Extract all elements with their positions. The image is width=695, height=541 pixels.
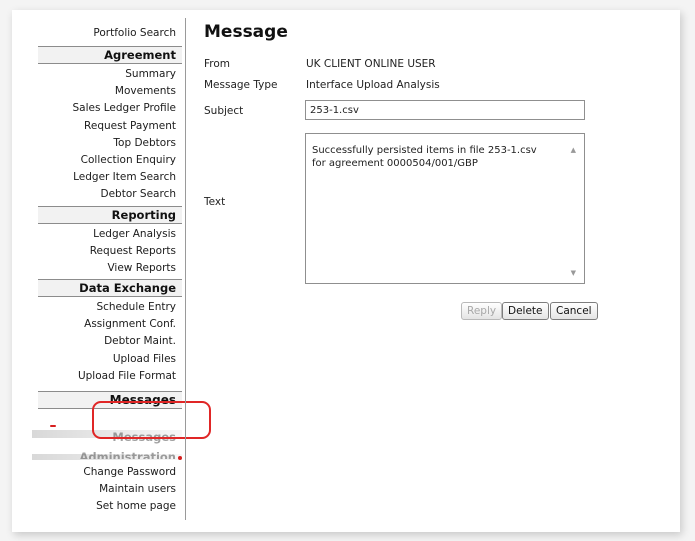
text-label: Text — [204, 196, 226, 208]
section-heading-agreement: Agreement — [38, 46, 182, 64]
sidebar-item-collection-enquiry[interactable]: Collection Enquiry — [12, 152, 182, 169]
sidebar-item-ledger-analysis[interactable]: Ledger Analysis — [12, 226, 182, 243]
reply-button[interactable]: Reply — [461, 302, 503, 320]
sidebar-item-maintain-users[interactable]: Maintain users — [12, 481, 182, 498]
sidebar-item-summary[interactable]: Summary — [12, 66, 182, 83]
sidebar-item-view-reports[interactable]: View Reports — [12, 260, 182, 277]
cancel-button[interactable]: Cancel — [550, 302, 598, 320]
ghost-admin-heading: Administration — [79, 450, 177, 459]
sidebar-item-schedule-entry[interactable]: Schedule Entry — [12, 299, 182, 316]
subject-label: Subject — [204, 105, 244, 117]
highlight-ring-messages — [92, 401, 211, 439]
sidebar-item-portfolio-search[interactable]: Portfolio Search — [12, 22, 182, 44]
sidebar-item-debtor-maint[interactable]: Debtor Maint. — [12, 333, 182, 350]
red-stroke-marker — [50, 425, 56, 427]
sidebar-item-debtor-search[interactable]: Debtor Search — [12, 186, 182, 203]
sidebar-item-set-home-page[interactable]: Set home page — [12, 498, 182, 515]
section-heading-data-exchange: Data Exchange — [38, 279, 182, 298]
sidebar-item-assignment-conf[interactable]: Assignment Conf. — [12, 316, 182, 333]
from-label: From — [204, 58, 231, 70]
sidebar-item-top-debtors[interactable]: Top Debtors — [12, 135, 182, 152]
sidebar-item-sales-ledger-profile[interactable]: Sales Ledger Profile — [12, 100, 182, 117]
message-text-area[interactable]: Successfully persisted items in file 253… — [305, 133, 585, 284]
scroll-up-icon[interactable]: ▲ — [571, 146, 576, 154]
page: Portfolio Search Agreement Summary Movem… — [12, 10, 680, 532]
sidebar-admin-links: Change Password Maintain users Set home … — [12, 464, 182, 516]
sidebar-item-request-payment[interactable]: Request Payment — [12, 118, 182, 135]
from-value: UK CLIENT ONLINE USER — [306, 58, 436, 70]
message-type-label: Message Type — [204, 79, 278, 91]
sidebar-item-movements[interactable]: Movements — [12, 83, 182, 100]
sidebar-item-upload-files[interactable]: Upload Files — [12, 351, 182, 368]
scroll-down-icon[interactable]: ▼ — [571, 269, 576, 277]
sidebar-item-ledger-item-search[interactable]: Ledger Item Search — [12, 169, 182, 186]
red-dot-marker — [178, 456, 182, 460]
sidebar-divider — [185, 18, 186, 520]
message-type-value: Interface Upload Analysis — [306, 79, 440, 91]
section-heading-reporting: Reporting — [38, 205, 182, 224]
sidebar-item-change-password[interactable]: Change Password — [12, 464, 182, 481]
delete-button[interactable]: Delete — [502, 302, 549, 320]
page-title: Message — [204, 22, 288, 42]
sidebar-item-request-reports[interactable]: Request Reports — [12, 243, 182, 260]
subject-input[interactable] — [305, 100, 585, 120]
sidebar-nav: Portfolio Search Agreement Summary Movem… — [12, 22, 182, 411]
sidebar-item-upload-file-format[interactable]: Upload File Format — [12, 368, 182, 385]
message-text: Successfully persisted items in file 253… — [312, 145, 537, 169]
